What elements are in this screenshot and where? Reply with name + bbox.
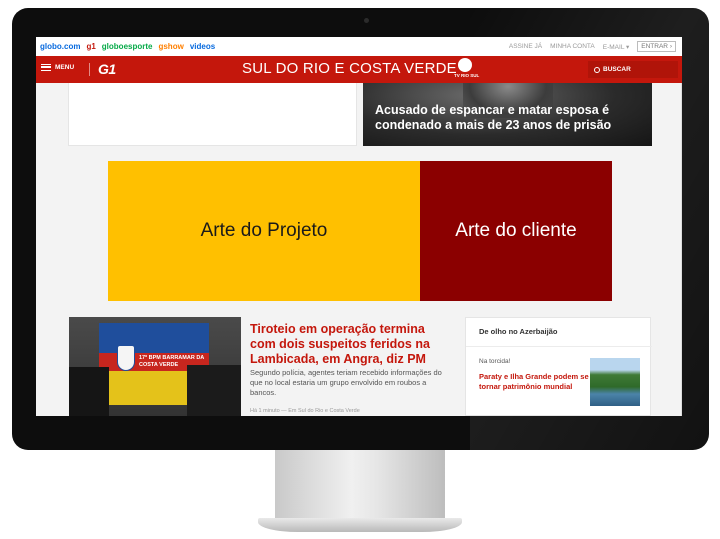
link-globoesporte[interactable]: globoesporte [102,42,153,51]
tv-rio-sul-label: TV RIO SUL [454,73,480,78]
monitor-stand-base [258,518,462,532]
menu-label: MENU [55,64,75,71]
link-gshow[interactable]: gshow [158,42,183,51]
email-menu[interactable]: E-MAIL ▾ [603,43,630,51]
ad-project-art: Arte do Projeto [108,161,420,301]
subscribe-link[interactable]: ASSINE JÁ [509,43,542,50]
account-links: ASSINE JÁ MINHA CONTA E-MAIL ▾ ENTRAR › [509,41,682,52]
search-label: BUSCAR [603,66,631,73]
my-account-link[interactable]: MINHA CONTA [550,43,595,50]
chevron-down-icon: ▾ [626,43,630,51]
globo-top-bar: globo.com g1 globoesporte gshow videos A… [36,37,682,56]
search-button[interactable]: BUSCAR [588,61,678,78]
sidebar-title[interactable]: Paraty e Ilha Grande podem se tornar pat… [479,372,589,392]
sidebar-label: De olho no Azerbaijão [479,327,558,336]
top-story-headline[interactable]: Acusado de espancar e matar esposa é con… [375,103,645,133]
blank-news-card [68,83,357,146]
monitor-mockup: globo.com g1 globoesporte gshow videos A… [0,0,720,539]
tv-rio-sul-emblem [458,58,472,72]
enter-button[interactable]: ENTRAR › [637,41,676,52]
ad-project-label: Arte do Projeto [200,220,328,241]
link-globo-com[interactable]: globo.com [40,42,80,51]
rifle-silhouette [187,365,241,416]
header-divider [89,63,90,76]
email-label: E-MAIL [602,43,625,51]
link-videos[interactable]: videos [190,42,215,51]
browser-screen: globo.com g1 globoesporte gshow videos A… [36,37,682,416]
hamburger-menu-icon [41,64,51,71]
sidebar-thumbnail[interactable] [590,358,640,406]
g1-logo[interactable]: G1 [98,61,116,77]
g1-header: MENU G1 SUL DO RIO E COSTA VERDE TV RIO … [36,56,682,83]
region-title[interactable]: SUL DO RIO E COSTA VERDE [242,60,457,77]
ad-client-label: Arte do cliente [455,220,577,241]
news-photo[interactable]: 17º BPM BARRAMAR DA COSTA VERDE [69,317,241,416]
search-icon [594,66,600,73]
news-title[interactable]: Tiroteio em operação termina com dois su… [250,322,450,367]
enter-label: ENTRAR [641,43,669,50]
tv-rio-sul-logo[interactable]: TV RIO SUL [454,58,480,80]
scrollbar-track[interactable] [681,83,682,416]
news-meta: Há 1 minuto — Em Sul do Rio e Costa Verd… [250,408,360,414]
officer-silhouette [69,367,109,416]
menu-button[interactable]: MENU [41,64,74,71]
monitor-stand-neck [275,450,445,522]
ad-client-art: Arte do cliente [420,161,612,301]
sidebar-box: De olho no Azerbaijão Na torcida! Paraty… [465,317,652,416]
news-summary: Segundo polícia, agentes teriam recebido… [250,368,442,397]
chevron-right-icon: › [669,43,672,50]
webcam-dot [364,18,369,23]
flag-shield [117,345,135,371]
top-story-card[interactable]: Acusado de espancar e matar esposa é con… [363,83,652,146]
sidebar-divider [466,346,652,347]
flag-blue-band [99,323,209,353]
sidebar-kicker: Na torcida! [479,358,511,365]
link-g1[interactable]: g1 [86,42,95,51]
